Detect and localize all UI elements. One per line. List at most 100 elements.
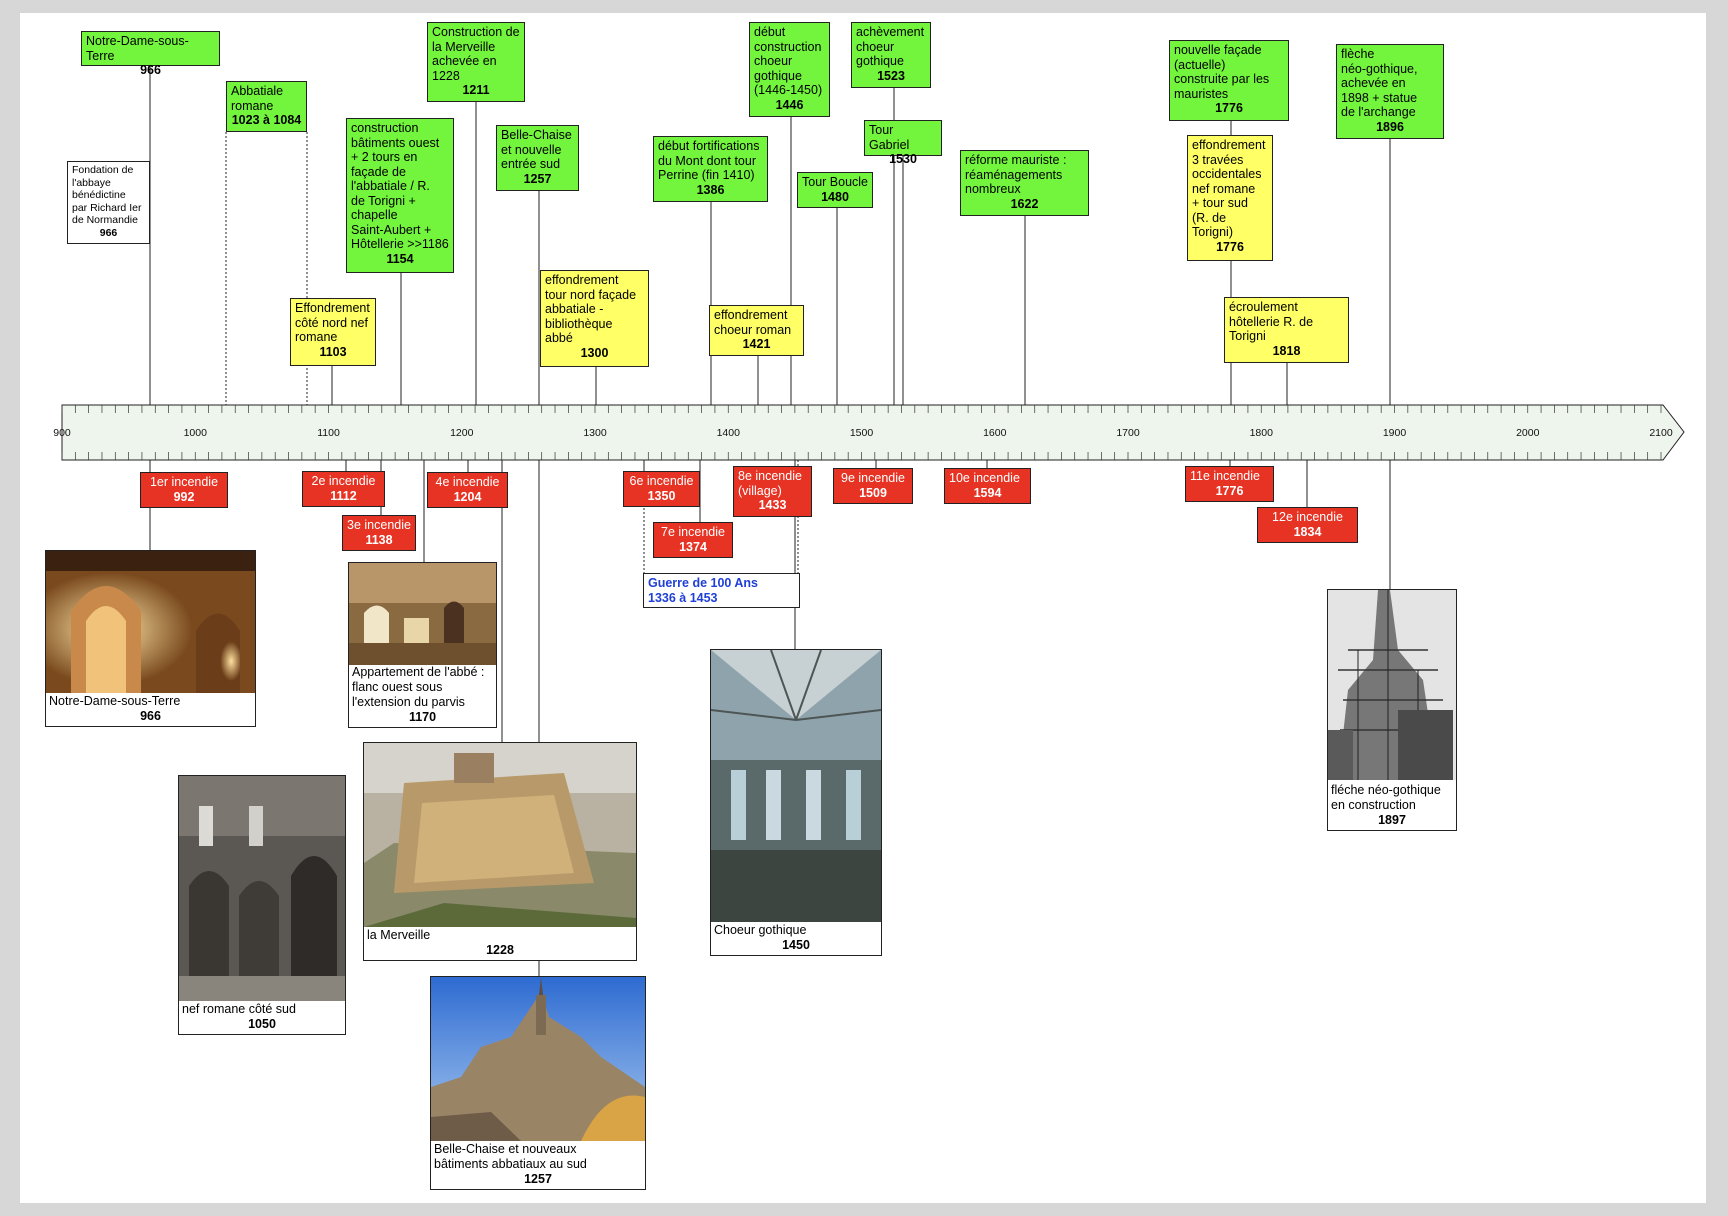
event-choeur-acheve: achèvement choeur gothique 1523 xyxy=(851,22,931,88)
event-year: 966 xyxy=(99,226,118,239)
photo-caption: Notre-Dame-sous-Terre 966 xyxy=(46,694,255,726)
event-text: Notre-Dame-sous-Terre xyxy=(86,34,189,63)
caption-year: 1257 xyxy=(524,1172,552,1186)
event-text: effondrement 3 travées occidentales nef … xyxy=(1192,138,1266,239)
fire-year: 1834 xyxy=(1293,524,1322,539)
event-construction-1154: construction bâtiments ouest + 2 tours e… xyxy=(346,118,454,273)
event-text: flèche néo-gothique, achevée en 1898 + s… xyxy=(1341,47,1418,119)
fire-year: 1204 xyxy=(453,489,482,504)
event-year: 1776 xyxy=(1216,239,1244,254)
event-fondation: Fondation de l'abbaye bénédictine par Ri… xyxy=(67,161,150,244)
caption-text: la Merveille xyxy=(367,928,431,942)
event-fortifications: début fortifications du Mont dont tour P… xyxy=(653,136,768,202)
caption-year: 1228 xyxy=(486,943,514,957)
event-text: Abbatiale romane xyxy=(231,84,284,113)
event-effondrement-choeur: effondrement choeur roman 1421 xyxy=(709,305,804,356)
photo-card-belle-chaise: Belle-Chaise et nouveaux bâtiments abbat… xyxy=(430,976,646,1190)
fire-7: 7e incendie 1374 xyxy=(653,522,733,558)
event-year: 966 xyxy=(140,63,161,77)
event-year: 1818 xyxy=(1272,343,1301,358)
event-year: 1896 xyxy=(1376,119,1404,134)
event-text: Belle-Chaise et nouvelle entrée sud xyxy=(501,128,572,171)
photo-caption: Choeur gothique 1450 xyxy=(711,923,881,955)
event-text: effondrement choeur roman xyxy=(714,308,792,337)
event-text: effondrement tour nord façade abbatiale … xyxy=(545,273,637,345)
fire-2: 2e incendie 1112 xyxy=(302,471,385,507)
event-year: 1776 xyxy=(1215,101,1243,115)
fire-text: 1er incendie xyxy=(149,475,219,489)
war-hundred-years: Guerre de 100 Ans 1336 à 1453 xyxy=(643,573,800,608)
axis-label: 1700 xyxy=(1116,427,1140,439)
event-text: achèvement choeur gothique xyxy=(856,25,925,68)
caption-text: Appartement de l'abbé : flanc ouest sous… xyxy=(352,665,485,709)
axis-label: 1300 xyxy=(583,427,607,439)
axis-label: 2100 xyxy=(1649,427,1673,439)
event-year: 1257 xyxy=(523,171,552,186)
caption-text: Belle-Chaise et nouveaux bâtiments abbat… xyxy=(434,1142,587,1171)
axis-label: 1500 xyxy=(849,427,874,439)
abbey-photo xyxy=(431,977,645,1141)
axis-label: 1100 xyxy=(317,427,340,439)
caption-year: 1170 xyxy=(408,710,437,724)
fire-text: 8e incendie (village) xyxy=(738,469,802,498)
event-text: Fondation de l'abbaye bénédictine par Ri… xyxy=(72,164,142,226)
fire-year: 1350 xyxy=(647,488,676,503)
event-year: 1211 xyxy=(462,83,490,97)
nave-photo xyxy=(179,776,345,1001)
event-text: Construction de la Merveille achevée en … xyxy=(432,25,520,83)
photo-card-merveille: la Merveille 1228 xyxy=(363,742,637,961)
event-year: 1622 xyxy=(1010,196,1039,211)
fire-6: 6e incendie 1350 xyxy=(623,471,700,507)
fire-11: 11e incendie 1776 xyxy=(1185,466,1274,502)
fire-year: 992 xyxy=(173,489,195,504)
event-text: début fortifications du Mont dont tour P… xyxy=(658,139,760,182)
photo-caption: nef romane côté sud 1050 xyxy=(179,1002,345,1034)
axis-label: 1900 xyxy=(1382,427,1407,439)
fire-text: 7e incendie xyxy=(661,525,725,539)
fire-text: 11e incendie xyxy=(1190,469,1260,483)
merveille-photo xyxy=(364,743,636,927)
event-year: 1103 xyxy=(319,344,347,359)
fire-10: 10e incendie 1594 xyxy=(944,468,1031,504)
event-text: Effondrement côté nord nef romane xyxy=(295,301,370,344)
event-effondrement-1300: effondrement tour nord façade abbatiale … xyxy=(540,270,649,367)
event-abbatiale-romane: Abbatiale romane 1023 à 1084 xyxy=(226,81,307,132)
event-text: écroulement hôtellerie R. de Torigni xyxy=(1229,300,1314,343)
caption-year: 1897 xyxy=(1378,813,1406,827)
event-year: 1446 xyxy=(775,97,804,112)
event-belle-chaise: Belle-Chaise et nouvelle entrée sud 1257 xyxy=(496,125,579,191)
axis-label: 1800 xyxy=(1249,427,1273,439)
fire-year: 1433 xyxy=(758,498,787,512)
event-year: 1300 xyxy=(580,345,609,360)
photo-card-appartement: Appartement de l'abbé : flanc ouest sous… xyxy=(348,562,497,728)
axis-label: 1600 xyxy=(983,427,1007,439)
fire-year: 1594 xyxy=(973,485,1002,500)
event-tour-gabriel: Tour Gabriel 1530 xyxy=(864,120,942,166)
event-effondrement-1776: effondrement 3 travées occidentales nef … xyxy=(1187,135,1273,261)
event-text: début construction choeur gothique (1446… xyxy=(754,25,823,97)
event-reforme-mauriste: réforme mauriste : réaménagements nombre… xyxy=(960,150,1089,216)
fire-text: 6e incendie xyxy=(629,474,694,488)
war-text: Guerre de 100 Ans xyxy=(648,576,759,590)
fire-year: 1509 xyxy=(859,485,887,500)
war-year: 1336 à 1453 xyxy=(648,590,718,605)
caption-year: 1050 xyxy=(248,1017,276,1031)
timeline-boxes: 900 1000 1100 1200 1300 1400 1500 1600 1700 1800 1… xyxy=(0,0,1728,1216)
fire-3: 3e incendie 1138 xyxy=(342,515,416,551)
caption-year: 1450 xyxy=(782,938,810,952)
event-year: 1421 xyxy=(742,337,771,351)
event-year: 1386 xyxy=(696,182,725,197)
caption-text: fléche néo-gothique en construction xyxy=(1331,783,1441,812)
event-choeur-gothique-debut: début construction choeur gothique (1446… xyxy=(749,22,830,117)
photo-card-choeur-gothique: Choeur gothique 1450 xyxy=(710,649,882,956)
event-tour-boucle: Tour Boucle 1480 xyxy=(797,172,873,208)
fire-year: 1112 xyxy=(330,488,357,503)
fire-12: 12e incendie 1834 xyxy=(1257,507,1358,543)
fire-8: 8e incendie (village) 1433 xyxy=(733,466,812,517)
event-ecroulement-1818: écroulement hôtellerie R. de Torigni 181… xyxy=(1224,297,1349,363)
photo-caption: Appartement de l'abbé : flanc ouest sous… xyxy=(349,665,496,727)
event-text: nouvelle façade (actuelle) construite pa… xyxy=(1174,43,1270,101)
event-text: construction bâtiments ouest + 2 tours e… xyxy=(351,121,449,251)
photo-caption: fléche néo-gothique en construction 1897 xyxy=(1328,783,1456,830)
photo-card-fleche: fléche néo-gothique en construction 1897 xyxy=(1327,589,1457,831)
